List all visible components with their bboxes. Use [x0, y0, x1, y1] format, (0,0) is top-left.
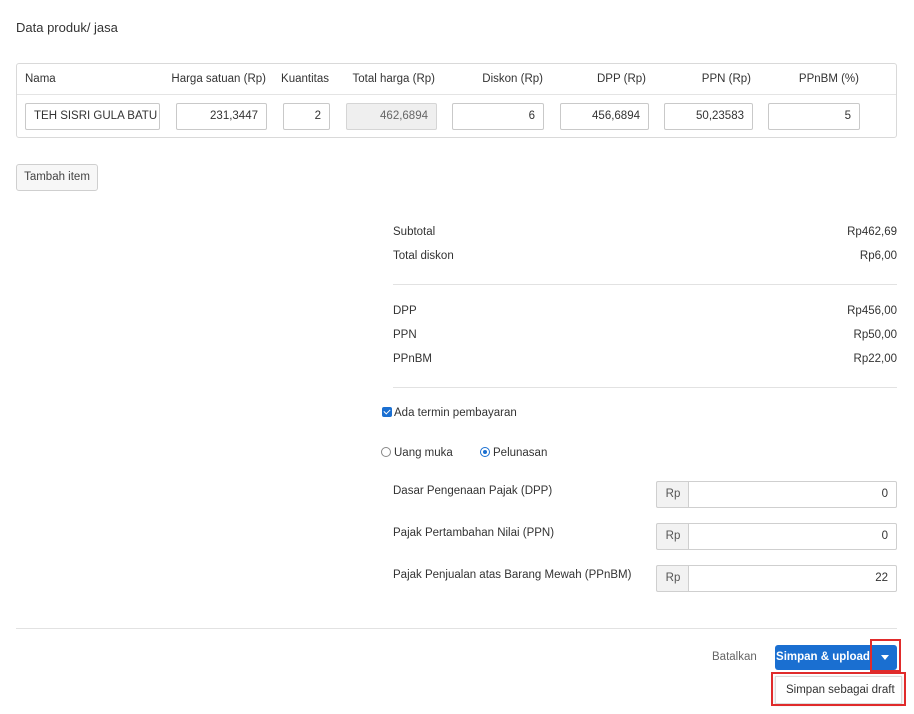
summary-total-diskon: Total diskon Rp6,00 — [393, 250, 897, 266]
header-ppnbm: PPnBM (%) — [798, 73, 859, 85]
field-dpp-currency: Rp — [656, 481, 689, 508]
item-dpp-input[interactable]: 456,6894 — [560, 103, 649, 130]
termin-checkbox-label: Ada termin pembayaran — [394, 407, 517, 419]
summary-ppnbm-value: Rp22,00 — [853, 353, 897, 365]
save-upload-button[interactable]: Simpan & upload — [775, 645, 871, 670]
item-harga-satuan-input[interactable]: 231,3447 — [176, 103, 267, 130]
radio-pelunasan[interactable] — [480, 447, 490, 457]
footer-divider — [16, 628, 897, 629]
item-ppn-input[interactable]: 50,23583 — [664, 103, 753, 130]
field-ppn-currency: Rp — [656, 523, 689, 550]
header-dpp: DPP (Rp) — [597, 73, 646, 85]
summary-dpp-value: Rp456,00 — [847, 305, 897, 317]
items-table-header: Nama Harga satuan (Rp) Kuantitas Total h… — [17, 64, 896, 95]
item-kuantitas-input[interactable]: 2 — [283, 103, 330, 130]
save-options-toggle[interactable] — [872, 645, 897, 670]
summary-divider — [393, 284, 897, 285]
field-ppnbm-input[interactable]: 22 — [688, 565, 897, 592]
field-dpp-label: Dasar Pengenaan Pajak (DPP) — [393, 485, 553, 497]
summary-subtotal-label: Subtotal — [393, 226, 436, 238]
summary-ppn-label: PPN — [393, 329, 417, 341]
summary-ppnbm: PPnBM Rp22,00 — [393, 353, 897, 369]
field-ppnbm-currency: Rp — [656, 565, 689, 592]
field-dpp-input[interactable]: 0 — [688, 481, 897, 508]
item-nama-input[interactable]: TEH SISRI GULA BATU A — [25, 103, 160, 130]
summary-ppn: PPN Rp50,00 — [393, 329, 897, 345]
header-total-harga: Total harga (Rp) — [352, 73, 435, 85]
header-kuantitas: Kuantitas — [281, 73, 329, 85]
summary-ppnbm-label: PPnBM — [393, 353, 432, 365]
summary-dpp-label: DPP — [393, 305, 417, 317]
item-diskon-input[interactable]: 6 — [452, 103, 544, 130]
summary-ppn-value: Rp50,00 — [853, 329, 897, 341]
cancel-button[interactable]: Batalkan — [712, 651, 757, 663]
item-ppnbm-input[interactable]: 5 — [768, 103, 860, 130]
summary-dpp: DPP Rp456,00 — [393, 305, 897, 321]
field-ppn-input[interactable]: 0 — [688, 523, 897, 550]
section-title: Data produk/ jasa — [16, 20, 118, 35]
caret-down-icon — [881, 655, 889, 660]
items-table: Nama Harga satuan (Rp) Kuantitas Total h… — [16, 63, 897, 138]
field-ppn-label: Pajak Pertambahan Nilai (PPN) — [393, 527, 555, 539]
save-draft-menu-item[interactable]: Simpan sebagai draft — [775, 676, 902, 704]
summary-subtotal: Subtotal Rp462,69 — [393, 226, 897, 242]
summary-subtotal-value: Rp462,69 — [847, 226, 897, 238]
radio-uang-muka[interactable] — [381, 447, 391, 457]
radio-pelunasan-label: Pelunasan — [493, 447, 548, 459]
summary-divider — [393, 387, 897, 388]
header-ppn: PPN (Rp) — [701, 73, 751, 85]
summary-total-diskon-label: Total diskon — [393, 250, 454, 262]
radio-uang-muka-label: Uang muka — [394, 447, 453, 459]
termin-checkbox[interactable] — [382, 407, 392, 417]
header-diskon: Diskon (Rp) — [482, 73, 543, 85]
header-nama: Nama — [25, 73, 56, 85]
summary-total-diskon-value: Rp6,00 — [859, 250, 897, 262]
item-total-harga-input: 462,6894 — [346, 103, 437, 130]
add-item-button[interactable]: Tambah item — [16, 164, 98, 191]
field-ppnbm-label: Pajak Penjualan atas Barang Mewah (PPnBM… — [393, 569, 632, 581]
header-harga-satuan: Harga satuan (Rp) — [171, 73, 266, 85]
